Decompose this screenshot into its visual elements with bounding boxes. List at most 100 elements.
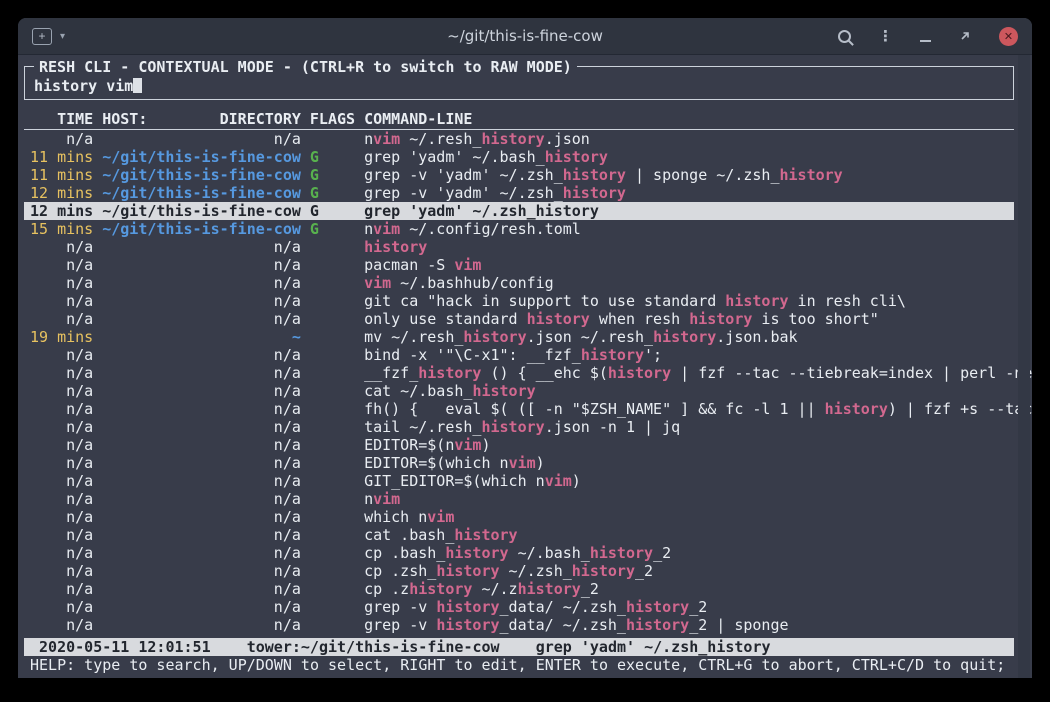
resh-search-box: RESH CLI - CONTEXTUAL MODE - (CTRL+R to … [24, 66, 1014, 100]
search-input[interactable]: history vim [34, 77, 1004, 95]
history-row[interactable]: n/an/apacman -S vim [24, 256, 1014, 274]
host-directory-cell: n/a [102, 274, 301, 292]
new-tab-button[interactable]: + [32, 28, 52, 45]
history-row[interactable]: n/an/ahistory [24, 238, 1014, 256]
time-cell: n/a [30, 364, 93, 382]
command-cell: pacman -S vim [364, 256, 481, 274]
history-table: n/an/anvim ~/.resh_history.json11 mins~/… [24, 130, 1014, 634]
host-directory-cell: n/a [102, 526, 301, 544]
minimize-icon[interactable] [920, 40, 931, 42]
history-row[interactable]: n/an/acat ~/.bash_history [24, 382, 1014, 400]
search-icon[interactable] [838, 30, 851, 43]
history-row[interactable]: n/an/agrep -v history_data/ ~/.zsh_histo… [24, 616, 1014, 634]
time-cell: n/a [30, 274, 93, 292]
history-row[interactable]: n/an/aEDITOR=$(which nvim) [24, 454, 1014, 472]
time-cell: n/a [30, 130, 93, 148]
history-row[interactable]: n/an/acp .zhistory ~/.zhistory_2 [24, 580, 1014, 598]
menu-icon[interactable]: ⋮ [878, 29, 893, 44]
time-cell: n/a [30, 580, 93, 598]
close-icon[interactable]: ✕ [999, 27, 1018, 46]
time-cell: 12 mins [30, 184, 93, 202]
history-row[interactable]: 19 mins~mv ~/.resh_history.json ~/.resh_… [24, 328, 1014, 346]
history-row[interactable]: 12 mins~/git/this-is-fine-cowGgrep 'yadm… [24, 202, 1014, 220]
host-directory-cell: n/a [102, 310, 301, 328]
flags-cell: G [310, 220, 355, 238]
history-row[interactable]: n/a n/a cat .bash_history [24, 526, 1014, 544]
history-row[interactable]: n/an/atail ~/.resh_history.json -n 1 | j… [24, 418, 1014, 436]
command-cell: cp .bash_history ~/.bash_history_2 [364, 544, 671, 562]
flags-cell: G [310, 184, 355, 202]
command-cell: only use standard history when resh hist… [364, 310, 879, 328]
history-row[interactable]: n/an/aGIT_EDITOR=$(which nvim) [24, 472, 1014, 490]
time-cell: 12 mins [30, 202, 93, 220]
time-cell: n/a [30, 454, 93, 472]
command-cell: grep -v history_data/ ~/.zsh_history_2 |… [364, 616, 788, 634]
history-row[interactable]: 12 mins~/git/this-is-fine-cowGgrep -v 'y… [24, 184, 1014, 202]
time-cell: n/a [30, 292, 93, 310]
host-directory-cell: ~/git/this-is-fine-cow [102, 166, 301, 184]
command-cell: nvim ~/.resh_history.json [364, 130, 590, 148]
history-row[interactable]: n/a n/a vim ~/.bashhub/config [24, 274, 1014, 292]
flags-cell: G [310, 166, 355, 184]
host-directory-cell: n/a [102, 508, 301, 526]
restore-icon[interactable] [958, 29, 972, 43]
history-row[interactable]: n/a n/a nvim ~/.resh_history.json [24, 130, 1014, 148]
time-cell: n/a [30, 598, 93, 616]
time-cell: n/a [30, 382, 93, 400]
host-directory-cell: ~/git/this-is-fine-cow [102, 148, 301, 166]
host-directory-cell: n/a [102, 292, 301, 310]
host-directory-cell: n/a [102, 130, 301, 148]
terminal-content: RESH CLI - CONTEXTUAL MODE - (CTRL+R to … [18, 55, 1032, 678]
chevron-down-icon[interactable]: ▾ [60, 31, 65, 42]
flags-cell: G [310, 148, 355, 166]
command-cell: __fzf_history () { __ehc $(history | fzf… [364, 364, 1032, 382]
query-text: history vim [34, 77, 133, 95]
history-row[interactable]: n/an/aEDITOR=$(nvim) [24, 436, 1014, 454]
terminal-window: + ▾ ~/git/this-is-fine-cow ⋮ ✕ RESH CLI … [18, 18, 1032, 678]
history-row[interactable]: n/a n/a only use standard history when res… [24, 310, 1014, 328]
command-cell: git ca "hack in support to use standard … [364, 292, 906, 310]
command-cell: fh() { eval $( ([ -n "$ZSH_NAME" ] && fc… [364, 400, 1032, 418]
command-cell: grep 'yadm' ~/.bash_history [364, 148, 608, 166]
header-command: COMMAND-LINE [364, 110, 472, 128]
history-row[interactable]: n/an/acp .bash_history ~/.bash_history_2 [24, 544, 1014, 562]
time-cell: n/a [30, 256, 93, 274]
history-row[interactable]: n/an/acp .zsh_history ~/.zsh_history_2 [24, 562, 1014, 580]
window-title: ~/git/this-is-fine-cow [138, 27, 912, 45]
history-row[interactable]: n/a n/a git ca "hack in support to use sta… [24, 292, 1014, 310]
history-row[interactable]: 15 mins~/git/this-is-fine-cowGnvim ~/.co… [24, 220, 1014, 238]
titlebar[interactable]: + ▾ ~/git/this-is-fine-cow ⋮ ✕ [18, 18, 1032, 55]
command-cell: vim ~/.bashhub/config [364, 274, 554, 292]
time-cell: 15 mins [30, 220, 93, 238]
history-row[interactable]: n/an/agrep -v history_data/ ~/.zsh_histo… [24, 598, 1014, 616]
history-row[interactable]: n/an/a__fzf_history () { __ehc $(history… [24, 364, 1014, 382]
command-cell: nvim [364, 490, 400, 508]
history-row[interactable]: n/an/awhich nvim [24, 508, 1014, 526]
history-row[interactable]: n/an/afh() { eval $( ([ -n "$ZSH_NAME" ]… [24, 400, 1014, 418]
time-cell: n/a [30, 526, 93, 544]
host-directory-cell: n/a [102, 382, 301, 400]
scrollbar[interactable] [1018, 55, 1030, 678]
command-cell: grep -v 'yadm' ~/.zsh_history [364, 184, 626, 202]
host-directory-cell: n/a [102, 400, 301, 418]
command-cell: EDITOR=$(which nvim) [364, 454, 545, 472]
history-row[interactable]: n/an/anvim [24, 490, 1014, 508]
command-cell: bind -x '"\C-x1": __fzf_history'; [364, 346, 662, 364]
host-directory-cell: n/a [102, 562, 301, 580]
time-cell: n/a [30, 418, 93, 436]
history-row[interactable]: 11 mins~/git/this-is-fine-cowGgrep -v 'y… [24, 166, 1014, 184]
time-cell: 19 mins [30, 328, 93, 346]
time-cell: n/a [30, 400, 93, 418]
time-cell: n/a [30, 616, 93, 634]
time-cell: n/a [30, 310, 93, 328]
history-row[interactable]: 11 mins~/git/this-is-fine-cowGgrep 'yadm… [24, 148, 1014, 166]
time-cell: n/a [30, 436, 93, 454]
header-directory: DIRECTORY [220, 110, 301, 128]
history-row[interactable]: n/an/abind -x '"\C-x1": __fzf_history'; [24, 346, 1014, 364]
time-cell: n/a [30, 238, 93, 256]
time-cell: n/a [30, 544, 93, 562]
command-cell: cat .bash_history [364, 526, 518, 544]
time-cell: n/a [30, 508, 93, 526]
table-header: TIMEHOST:DIRECTORYFLAGSCOMMAND-LINE [24, 110, 1014, 130]
host-directory-cell: n/a [102, 364, 301, 382]
